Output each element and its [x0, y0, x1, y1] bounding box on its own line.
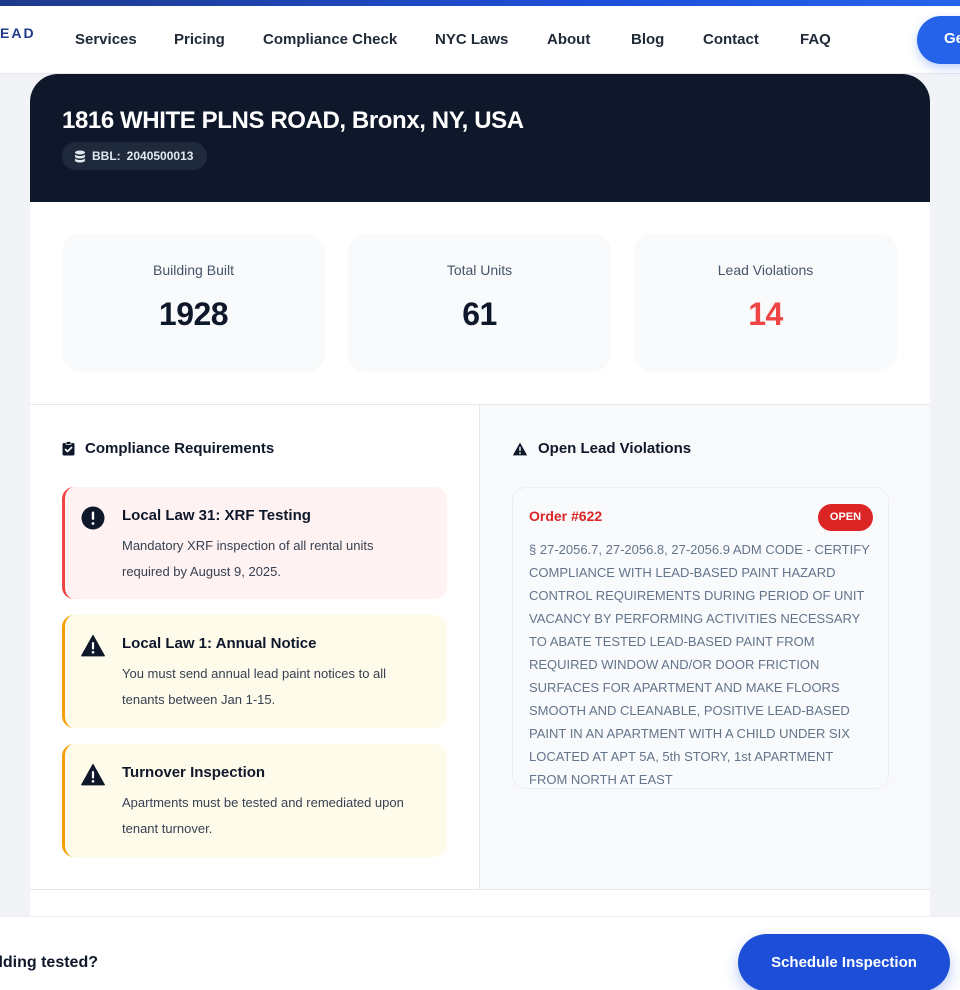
nav-link-services[interactable]: Services: [75, 31, 137, 48]
requirement-text: You must send annual lead paint notices …: [122, 666, 387, 707]
bbl-value: 2040500013: [126, 149, 194, 163]
nav-link-contact[interactable]: Contact: [703, 31, 759, 48]
section-divider: [30, 889, 930, 890]
stat-value: 14: [748, 296, 783, 332]
bbl-label: BBL:: [92, 149, 121, 163]
requirement-title: Local Law 31: XRF Testing: [122, 507, 311, 524]
requirement-text: Apartments must be tested and remediated…: [122, 795, 404, 836]
clipboard-check-icon: [62, 441, 75, 456]
violation-status-badge: OPEN: [818, 504, 873, 531]
bbl-badge: BBL: 2040500013: [62, 142, 208, 170]
violations-section-title: Open Lead Violations: [512, 440, 691, 457]
stat-total-units: Total Units 61: [348, 234, 611, 372]
schedule-inspection-button[interactable]: Schedule Inspection: [738, 934, 950, 990]
nav-link-faq[interactable]: FAQ: [800, 31, 831, 48]
nav-link-blog[interactable]: Blog: [631, 31, 664, 48]
nav-link-pricing[interactable]: Pricing: [174, 31, 225, 48]
nav-link-nyc-laws[interactable]: NYC Laws: [435, 31, 508, 48]
violation-card[interactable]: Order #622 OPEN § 27-2056.7, 27-2056.8, …: [512, 487, 889, 789]
property-report-card: 1816 WHITE PLNS ROAD, Bronx, NY, USA BBL…: [30, 74, 930, 924]
stat-value: 1928: [158, 296, 229, 332]
compliance-section-title: Compliance Requirements: [62, 440, 274, 457]
alert-circle-icon: [81, 506, 105, 530]
stat-label: Building Built: [153, 262, 234, 278]
nav-link-compliance-check[interactable]: Compliance Check: [263, 31, 397, 48]
violation-description: § 27-2056.7, 27-2056.8, 27-2056.9 ADM CO…: [529, 542, 870, 787]
violations-title-text: Open Lead Violations: [538, 440, 692, 457]
requirement-text: Mandatory XRF inspection of all rental u…: [122, 538, 374, 579]
property-header: 1816 WHITE PLNS ROAD, Bronx, NY, USA BBL…: [30, 74, 930, 202]
stat-label: Total Units: [446, 262, 513, 278]
sticky-cta-bar: ilding tested? Schedule Inspection: [0, 916, 960, 990]
requirement-title: Local Law 1: Annual Notice: [122, 635, 317, 652]
requirement-card-local-law-31: Local Law 31: XRF Testing Mandatory XRF …: [62, 487, 447, 599]
nav-link-about[interactable]: About: [547, 31, 590, 48]
requirement-card-turnover-inspection: Turnover Inspection Apartments must be t…: [62, 744, 447, 857]
warning-triangle-icon: [81, 763, 105, 786]
stat-value: 61: [462, 296, 497, 332]
stat-building-built: Building Built 1928: [62, 234, 325, 372]
cta-bar-question: ilding tested?: [0, 954, 98, 971]
requirement-title: Turnover Inspection: [122, 764, 266, 781]
property-address: 1816 WHITE PLNS ROAD, Bronx, NY, USA: [62, 107, 524, 134]
violation-order-number: Order #622: [529, 508, 603, 524]
compliance-title-text: Compliance Requirements: [85, 440, 275, 457]
database-icon: [75, 150, 85, 162]
site-logo[interactable]: EAD: [0, 25, 36, 41]
stat-label: Lead Violations: [717, 262, 814, 278]
warning-triangle-icon: [81, 634, 105, 657]
top-navigation-bar: EAD Services Pricing Compliance Check NY…: [0, 6, 960, 74]
stat-lead-violations: Lead Violations 14: [634, 234, 897, 372]
requirement-card-local-law-1: Local Law 1: Annual Notice You must send…: [62, 615, 447, 728]
warning-triangle-icon: [512, 442, 528, 455]
nav-cta-button[interactable]: Ge: [917, 16, 960, 64]
